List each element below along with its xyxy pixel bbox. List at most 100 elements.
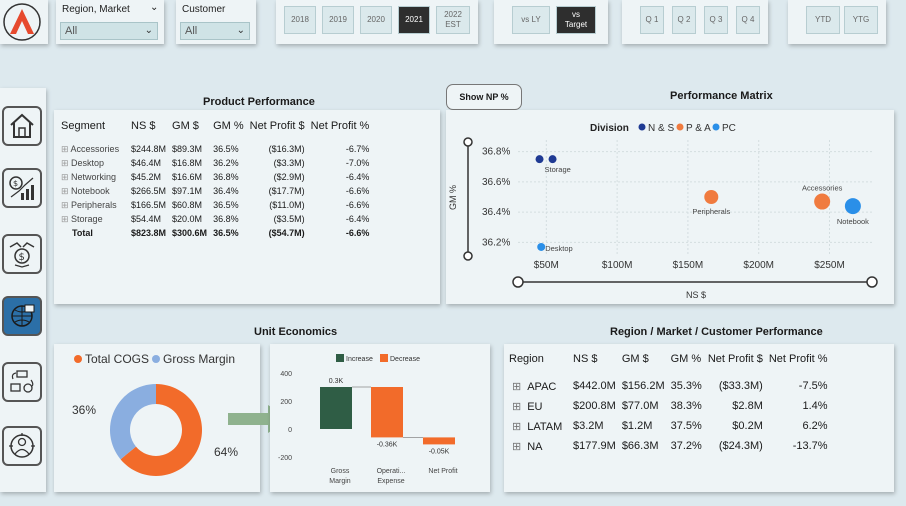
product-table-header: Segment NS $ GM $ GM % Net Profit $ Net …	[58, 116, 372, 136]
expand-icon[interactable]: ⊞	[61, 144, 71, 154]
compare-vs-target-button[interactable]: vs Target	[556, 6, 596, 34]
compare-slicer: vs LY vs Target	[494, 0, 608, 44]
point-label: Peripherals	[692, 207, 730, 216]
y-tick-label: 36.8%	[482, 147, 510, 158]
point-label: Accessories	[802, 184, 843, 193]
year-button-2020[interactable]: 2020	[360, 6, 392, 34]
year-button-2019[interactable]: 2019	[322, 6, 354, 34]
table-row[interactable]: ⊞ APAC $442.0M $156.2M 35.3% ($33.3M) -7.5%	[506, 376, 831, 396]
value-cell: $166.5M	[131, 200, 167, 210]
value-cell: $2.8M	[732, 400, 763, 412]
region-cell: ⊞ EU	[512, 400, 543, 413]
col-header-segment: Segment	[61, 120, 106, 132]
col-header-net-profit-pct: Net Profit %	[310, 120, 370, 132]
value-cell: -6.4%	[345, 172, 370, 182]
value-cell: -13.7%	[792, 440, 828, 452]
region-dropdown[interactable]: All ⌄	[60, 22, 158, 40]
col-header-region: Region	[509, 353, 544, 365]
point-label: Desktop	[545, 244, 573, 253]
expand-icon[interactable]: ⊞	[512, 421, 521, 433]
expand-icon[interactable]: ⊞	[61, 158, 71, 168]
performance-matrix-chart: Division N & S P & A PC GM % 36.8% 36.6% 36.…	[448, 123, 878, 300]
expand-icon[interactable]: ⊞	[61, 200, 71, 210]
ytg-button[interactable]: YTG	[844, 6, 878, 34]
table-row[interactable]: ⊞ EU $200.8M $77.0M 38.3% $2.8M 1.4%	[506, 396, 831, 416]
table-row[interactable]: ⊞ Notebook $266.5M $97.1M 36.4% ($17.7M) -6.6…	[58, 184, 372, 198]
value-cell: $66.3M	[621, 440, 659, 452]
legend-decrease-swatch	[380, 354, 388, 362]
show-np-button[interactable]: Show NP %	[446, 84, 522, 110]
table-row[interactable]: ⊞ Desktop $46.4M $16.8M 36.2% ($3.3M) -7.0%	[58, 156, 372, 170]
total-net-profit-pct: -6.6%	[345, 228, 370, 238]
customer-dropdown[interactable]: All ⌄	[180, 22, 250, 40]
nav-supply-button[interactable]	[2, 362, 42, 402]
quarter-button-q4[interactable]: Q 4	[736, 6, 760, 34]
expand-icon[interactable]: ⊞	[512, 441, 521, 453]
value-cell: $1.2M	[621, 420, 653, 432]
legend-total-cogs: Total COGS	[85, 352, 149, 366]
point-label: Storage	[545, 165, 571, 174]
year-button-2022-est[interactable]: 2022 EST	[436, 6, 470, 34]
quarter-button-q3[interactable]: Q 3	[704, 6, 728, 34]
table-row[interactable]: ⊞ Peripherals $166.5M $60.8M 36.5% ($11.0M) -…	[58, 198, 372, 212]
nav-home-button[interactable]	[2, 106, 42, 146]
table-row[interactable]: ⊞ Networking $45.2M $16.6M 36.8% ($2.9M) -6.4…	[58, 170, 372, 184]
nav-executive-button[interactable]	[2, 426, 42, 466]
waterfall-data-label: -0.36K	[377, 441, 398, 448]
customer-filter: Customer All ⌄	[176, 0, 256, 44]
table-row[interactable]: ⊞ NA $177.9M $66.3M 37.2% ($24.3M) -13.7%	[506, 436, 831, 456]
scatter-point[interactable]	[844, 198, 861, 215]
total-gm-pct: 36.5%	[213, 228, 239, 238]
scatter-point[interactable]	[548, 155, 557, 164]
wf-y-tick: 200	[280, 399, 292, 406]
value-cell: ($24.3M)	[718, 440, 763, 452]
waterfall-bar[interactable]	[320, 387, 352, 429]
product-table: Segment NS $ GM $ GM % Net Profit $ Net …	[58, 116, 372, 240]
col-header-gm-pct: GM %	[670, 353, 702, 365]
ytd-button[interactable]: YTD	[806, 6, 840, 34]
quarter-button-q2[interactable]: Q 2	[672, 6, 696, 34]
nav-performance-button[interactable]	[2, 296, 42, 336]
region-dropdown-value: All	[65, 25, 78, 37]
year-button-2021[interactable]: 2021	[398, 6, 430, 34]
compare-vs-ly-button[interactable]: vs LY	[512, 6, 550, 34]
value-cell: 37.5%	[670, 420, 702, 432]
expand-icon[interactable]: ⊞	[512, 401, 521, 413]
y-range-slider-handle-top[interactable]	[463, 137, 473, 147]
scatter-point[interactable]	[704, 190, 719, 204]
expand-icon[interactable]: ⊞	[61, 172, 71, 182]
waterfall-bar[interactable]	[371, 387, 403, 438]
segment-cell: ⊞ Storage	[61, 213, 103, 224]
x-range-slider-handle-right[interactable]	[866, 276, 878, 288]
y-axis-label: GM %	[448, 185, 458, 210]
table-row[interactable]: ⊞ LATAM $3.2M $1.2M 37.5% $0.2M 6.2%	[506, 416, 831, 436]
product-total-row: Total $823.8M $300.6M 36.5% ($54.7M) -6.…	[58, 226, 372, 240]
region-table-header: Region NS $ GM $ GM % Net Profit $ Net P…	[506, 348, 831, 370]
y-range-slider-handle-bottom[interactable]	[463, 251, 473, 261]
expand-icon[interactable]: ⊞	[61, 186, 71, 196]
y-tick-label: 36.2%	[482, 237, 510, 248]
side-nav: $ $	[0, 88, 46, 492]
svg-text:$: $	[19, 252, 25, 263]
expand-icon[interactable]: ⊞	[61, 214, 71, 224]
donut-slice-gross-margin[interactable]	[110, 384, 156, 460]
customer-filter-label: Customer	[182, 4, 226, 15]
nav-sales-button[interactable]: $	[2, 234, 42, 274]
logo-icon	[3, 3, 41, 41]
nav-finance-button[interactable]: $	[2, 168, 42, 208]
region-table: Region NS $ GM $ GM % Net Profit $ Net P…	[506, 348, 831, 456]
waterfall-bar[interactable]	[423, 437, 455, 445]
quarter-button-q1[interactable]: Q 1	[640, 6, 664, 34]
scatter-point[interactable]	[535, 155, 544, 164]
value-cell: $60.8M	[172, 200, 203, 210]
scatter-point[interactable]	[814, 193, 831, 210]
col-header-gm-pct: GM %	[213, 120, 244, 132]
table-row[interactable]: ⊞ Storage $54.4M $20.0M 36.8% ($3.5M) -6.4%	[58, 212, 372, 226]
scatter-point[interactable]	[537, 242, 546, 251]
table-row[interactable]: ⊞ Accessories $244.8M $89.3M 36.5% ($16.3M) -…	[58, 142, 372, 156]
expand-icon[interactable]: ⊞	[512, 381, 521, 393]
year-button-2018[interactable]: 2018	[284, 6, 316, 34]
x-range-slider-handle-left[interactable]	[512, 276, 524, 288]
wf-cat-net-profit: Net Profit	[428, 468, 457, 475]
vs-target-label: vs Target	[564, 10, 588, 29]
